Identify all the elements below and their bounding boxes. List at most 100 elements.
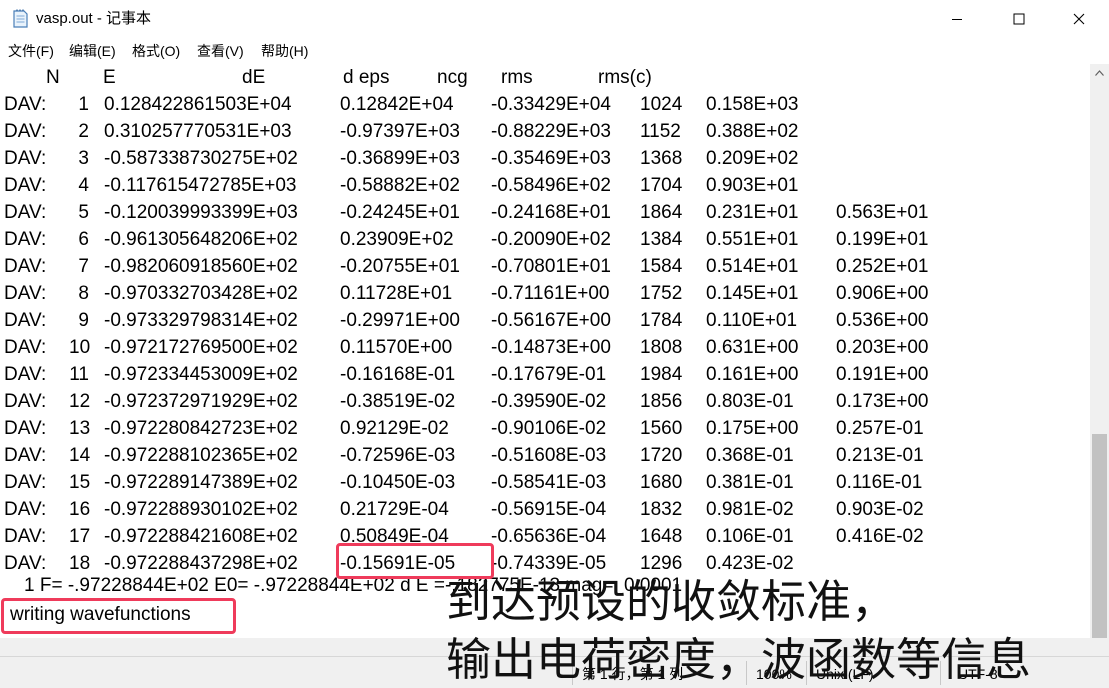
rms-value: 0.388E+02 — [706, 121, 799, 142]
energy-value: -0.972334453009E+02 — [104, 364, 298, 385]
energy-value: -0.970332703428E+02 — [104, 283, 298, 304]
header-deps: d eps — [343, 67, 390, 88]
energy-value: -0.982060918560E+02 — [104, 256, 298, 277]
ncg-value: 1648 — [640, 526, 683, 547]
ncg-value: 1560 — [640, 418, 683, 439]
iteration-number: 6 — [78, 229, 89, 250]
ncg-value: 1704 — [640, 175, 683, 196]
ncg-value: 1808 — [640, 337, 683, 358]
deps-value: -0.56915E-04 — [491, 499, 607, 520]
de-value: -0.20755E+01 — [340, 256, 460, 277]
highlight-box-writing — [1, 598, 236, 634]
vertical-scrollbar[interactable] — [1090, 64, 1109, 656]
de-value: 0.21729E-04 — [340, 499, 449, 520]
close-button[interactable] — [1056, 0, 1102, 38]
title-bar[interactable]: vasp.out - 记事本 — [0, 0, 1109, 38]
de-value: -0.16168E-01 — [340, 364, 456, 385]
iteration-number: 1 — [78, 94, 89, 115]
iteration-number: 4 — [78, 175, 89, 196]
energy-value: 0.128422861503E+04 — [104, 94, 292, 115]
annotation-line-2: 输出电荷密度，波函数等信息 — [446, 633, 1032, 686]
menu-edit[interactable]: 编辑(E) — [69, 42, 116, 60]
deps-value: -0.65636E-04 — [491, 526, 607, 547]
header-rmsc: rms(c) — [598, 67, 652, 88]
iteration-number: 11 — [69, 364, 89, 385]
energy-value: -0.587338730275E+02 — [104, 148, 298, 169]
ncg-value: 1680 — [640, 472, 683, 493]
menu-help[interactable]: 帮助(H) — [261, 42, 308, 60]
deps-value: -0.70801E+01 — [491, 256, 611, 277]
menu-view[interactable]: 查看(V) — [197, 42, 244, 60]
dav-label: DAV: — [4, 283, 47, 304]
rms-value: 0.175E+00 — [706, 418, 799, 439]
rms-value: 0.381E-01 — [706, 472, 794, 493]
header-rms: rms — [501, 67, 533, 88]
iteration-number: 13 — [69, 418, 91, 439]
rms-value: 0.631E+00 — [706, 337, 799, 358]
scroll-up-arrow[interactable] — [1090, 64, 1109, 81]
energy-value: -0.972372971929E+02 — [104, 391, 298, 412]
ncg-value: 1984 — [640, 364, 683, 385]
energy-value: -0.972172769500E+02 — [104, 337, 298, 358]
deps-value: -0.17679E-01 — [491, 364, 607, 385]
dav-label: DAV: — [4, 229, 47, 250]
de-value: 0.11728E+01 — [340, 283, 453, 304]
dav-label: DAV: — [4, 94, 47, 115]
energy-value: -0.972288421608E+02 — [104, 526, 298, 547]
rms-value: 0.106E-01 — [706, 526, 794, 547]
header-de: dE — [242, 67, 266, 88]
ncg-value: 1024 — [640, 94, 683, 115]
dav-label: DAV: — [4, 310, 47, 331]
dav-label: DAV: — [4, 391, 47, 412]
de-value: -0.29971E+00 — [340, 310, 460, 331]
dav-label: DAV: — [4, 445, 47, 466]
rmsc-value: 0.416E-02 — [836, 526, 924, 547]
rmsc-value: 0.173E+00 — [836, 391, 929, 412]
energy-value: -0.972288930102E+02 — [104, 499, 298, 520]
iteration-number: 2 — [78, 121, 89, 142]
de-value: 0.12842E+04 — [340, 94, 454, 115]
rmsc-value: 0.906E+00 — [836, 283, 929, 304]
iteration-number: 5 — [78, 202, 89, 223]
text-editor[interactable]: N E dE d eps ncg rms rms(c) DAV: 1 0.12842… — [0, 64, 1090, 656]
energy-value: -0.972289147389E+02 — [104, 472, 298, 493]
iteration-number: 3 — [78, 148, 89, 169]
ncg-value: 1720 — [640, 445, 683, 466]
dav-label: DAV: — [4, 202, 47, 223]
de-value: 0.23909E+02 — [340, 229, 454, 250]
menu-file[interactable]: 文件(F) — [8, 42, 54, 60]
rmsc-value: 0.213E-01 — [836, 445, 924, 466]
rmsc-value: 0.252E+01 — [836, 256, 929, 277]
energy-value: -0.120039993399E+03 — [104, 202, 298, 223]
de-value: -0.38519E-02 — [340, 391, 456, 412]
dav-label: DAV: — [4, 175, 47, 196]
maximize-button[interactable] — [996, 0, 1042, 38]
rmsc-value: 0.116E-01 — [836, 472, 923, 493]
dav-label: DAV: — [4, 526, 47, 547]
iteration-number: 10 — [69, 337, 91, 358]
de-value: 0.92129E-02 — [340, 418, 449, 439]
header-e: E — [103, 67, 116, 88]
deps-value: -0.71161E+00 — [491, 283, 610, 304]
iteration-number: 7 — [78, 256, 89, 277]
de-value: -0.58882E+02 — [340, 175, 460, 196]
deps-value: -0.20090E+02 — [491, 229, 611, 250]
deps-value: -0.51608E-03 — [491, 445, 607, 466]
ncg-value: 1864 — [640, 202, 683, 223]
deps-value: -0.90106E-02 — [491, 418, 607, 439]
de-value: -0.97397E+03 — [340, 121, 460, 142]
dav-label: DAV: — [4, 472, 47, 493]
energy-value: -0.961305648206E+02 — [104, 229, 298, 250]
menu-format[interactable]: 格式(O) — [132, 42, 180, 60]
rmsc-value: 0.257E-01 — [836, 418, 924, 439]
rmsc-value: 0.903E-02 — [836, 499, 924, 520]
deps-value: -0.24168E+01 — [491, 202, 611, 223]
ncg-value: 1832 — [640, 499, 683, 520]
iteration-number: 8 — [78, 283, 89, 304]
de-value: -0.36899E+03 — [340, 148, 460, 169]
dav-label: DAV: — [4, 148, 47, 169]
minimize-button[interactable] — [934, 0, 980, 38]
menu-bar: 文件(F) 编辑(E) 格式(O) 查看(V) 帮助(H) — [0, 38, 1109, 64]
deps-value: -0.33429E+04 — [491, 94, 611, 115]
rms-value: 0.368E-01 — [706, 445, 794, 466]
